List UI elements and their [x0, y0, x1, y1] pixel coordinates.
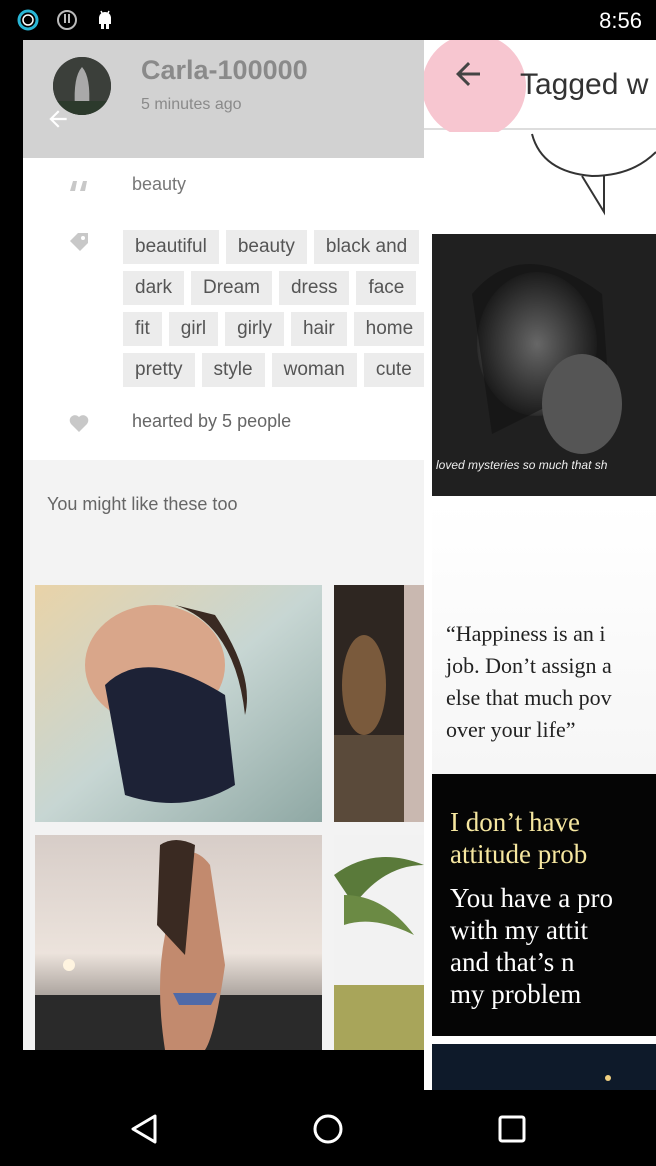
back-arrow-icon[interactable] — [45, 106, 71, 132]
suggested-image[interactable] — [35, 585, 322, 822]
quote-card-dark[interactable]: I don’t have attitude prob You have a pr… — [432, 774, 656, 1036]
quote-icon — [70, 181, 87, 191]
tag-chip[interactable]: girl — [168, 312, 219, 346]
quote-card[interactable]: “Happiness is an i job. Don’t assign a e… — [432, 502, 656, 774]
tag-chip[interactable]: black and — [313, 230, 420, 264]
beach-woman-photo — [35, 585, 322, 822]
heart-icon[interactable] — [67, 411, 91, 435]
tagged-header: Tagged w — [424, 40, 656, 138]
tag-row: fit girl girly hair home — [123, 312, 424, 346]
home-nav-icon[interactable] — [311, 1112, 345, 1146]
quote-line: You have a pro — [450, 883, 613, 913]
post-timestamp: 5 minutes ago — [141, 96, 242, 113]
sunset-beach-photo — [35, 835, 322, 1050]
post-header: Carla-100000 5 minutes ago — [23, 40, 424, 158]
tagged-photo[interactable]: loved mysteries so much that sh — [432, 234, 656, 496]
tag-chip[interactable]: cute — [363, 353, 424, 387]
quote-text-yellow: I don’t have attitude prob — [450, 806, 587, 870]
tagged-panel: Tagged w loved mysteries so much that sh… — [424, 40, 656, 1090]
palm-photo — [334, 835, 424, 1050]
tag-chip[interactable]: beautiful — [123, 230, 219, 264]
tag-chip[interactable]: dark — [123, 271, 184, 305]
quote-line: I don’t have — [450, 807, 580, 837]
tag-chip[interactable]: woman — [271, 353, 357, 387]
room-photo — [334, 585, 424, 822]
suggestions-title: You might like these too — [47, 494, 238, 514]
post-detail-panel: Carla-100000 5 minutes ago beauty beauti… — [23, 40, 424, 1050]
tag-row: pretty style woman cute — [123, 353, 424, 387]
status-bar: 8:56 — [0, 0, 656, 40]
tag-chip[interactable]: Dream — [190, 271, 272, 305]
night-scene — [605, 1075, 611, 1081]
back-nav-icon[interactable] — [127, 1112, 161, 1146]
quote-line: with my attit — [450, 915, 588, 945]
ring-icon — [17, 9, 39, 31]
tag-chip[interactable]: hair — [290, 312, 347, 346]
quote-line: over your life” — [446, 717, 576, 742]
portrait-photo — [432, 234, 656, 496]
alert-circle-icon — [57, 10, 77, 30]
post-caption: beauty — [132, 174, 187, 194]
tag-chip[interactable]: face — [356, 271, 417, 305]
tag-icon — [70, 233, 88, 251]
night-image[interactable] — [432, 1044, 656, 1090]
tag-chip[interactable]: fit — [123, 312, 162, 346]
back-button[interactable] — [424, 40, 526, 138]
speech-bubble-drawing — [531, 133, 656, 216]
recents-nav-icon[interactable] — [495, 1112, 529, 1146]
android-icon — [99, 10, 111, 29]
quote-text: “Happiness is an i job. Don’t assign a e… — [446, 618, 612, 746]
quote-line: “Happiness is an i — [446, 621, 606, 646]
username[interactable]: Carla-100000 — [141, 55, 308, 86]
tag-row: dark Dream dress face — [123, 271, 424, 305]
quote-line: else that much pov — [446, 685, 612, 710]
hearted-count[interactable]: hearted by 5 people — [132, 411, 291, 432]
photo-caption: loved mysteries so much that sh — [436, 458, 608, 472]
back-arrow-icon — [456, 62, 480, 86]
tag-chip[interactable]: style — [201, 353, 265, 387]
suggested-image[interactable] — [35, 835, 322, 1050]
suggested-image[interactable] — [334, 835, 424, 1050]
doodle-image[interactable] — [432, 132, 656, 234]
tag-chip[interactable]: pretty — [123, 353, 195, 387]
tag-list: beautiful beauty black and dark Dream dr… — [123, 230, 424, 394]
suggestions-section: You might like these too — [23, 460, 424, 1050]
navigation-bar — [0, 1090, 656, 1166]
tag-chip[interactable]: home — [353, 312, 424, 346]
tag-chip[interactable]: beauty — [225, 230, 307, 264]
tag-chip[interactable]: dress — [278, 271, 350, 305]
tagged-title: Tagged w — [520, 68, 649, 101]
suggested-image[interactable] — [334, 585, 424, 822]
quote-line: attitude prob — [450, 839, 588, 869]
tag-chip[interactable]: girly — [225, 312, 284, 346]
tag-row: beautiful beauty black and — [123, 230, 424, 264]
quote-line: job. Don’t assign a — [446, 653, 612, 678]
quote-line: my problem — [450, 979, 582, 1009]
quote-text-white: You have a pro with my attit and that’s … — [450, 882, 613, 1010]
quote-line: and that’s n — [450, 947, 575, 977]
clock: 8:56 — [599, 8, 642, 33]
